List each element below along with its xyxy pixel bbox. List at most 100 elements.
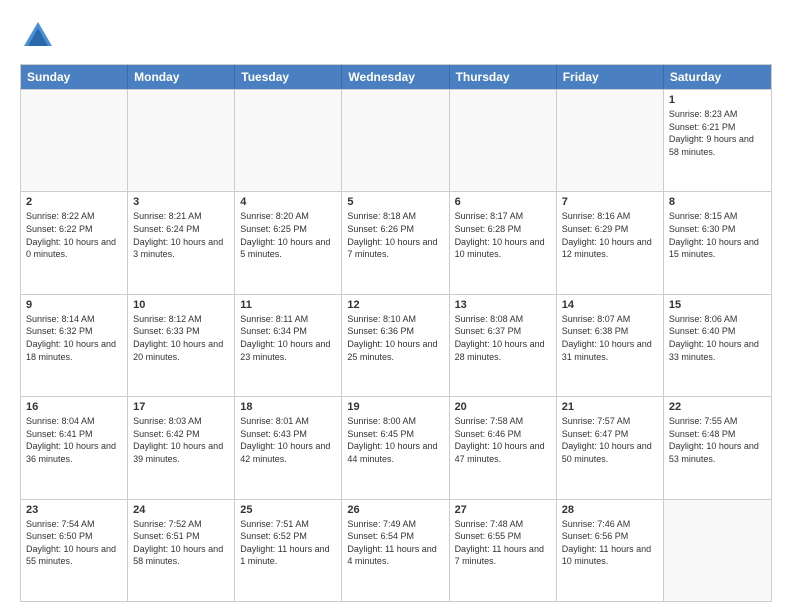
calendar-header: SundayMondayTuesdayWednesdayThursdayFrid… bbox=[21, 65, 771, 89]
day-info: Sunrise: 8:10 AM Sunset: 6:36 PM Dayligh… bbox=[347, 313, 443, 363]
calendar-cell: 6Sunrise: 8:17 AM Sunset: 6:28 PM Daylig… bbox=[450, 192, 557, 293]
calendar-cell: 11 Sunrise: 8:11 AM Sunset: 6:34 PM Dayli… bbox=[235, 295, 342, 396]
calendar-row: 23 Sunrise: 7:54 AM Sunset: 6:50 PM Dayli… bbox=[21, 499, 771, 601]
day-info: Sunrise: 7:52 AM Sunset: 6:51 PM Dayligh… bbox=[133, 518, 229, 568]
day-info: Sunrise: 8:01 AM Sunset: 6:43 PM Dayligh… bbox=[240, 415, 336, 465]
day-number: 24 bbox=[133, 504, 229, 516]
header-day-monday: Monday bbox=[128, 65, 235, 89]
day-info: Sunrise: 8:14 AM Sunset: 6:32 PM Dayligh… bbox=[26, 313, 122, 363]
day-info: Sunrise: 8:20 AM Sunset: 6:25 PM Dayligh… bbox=[240, 210, 336, 260]
day-info: Sunrise: 8:22 AM Sunset: 6:22 PM Dayligh… bbox=[26, 210, 122, 260]
calendar-cell: 2 Sunrise: 8:22 AM Sunset: 6:22 PM Daylig… bbox=[21, 192, 128, 293]
calendar-cell bbox=[128, 90, 235, 191]
calendar-cell bbox=[664, 500, 771, 601]
calendar-cell: 19 Sunrise: 8:00 AM Sunset: 6:45 PM Dayli… bbox=[342, 397, 449, 498]
day-number: 23 bbox=[26, 504, 122, 516]
header-day-wednesday: Wednesday bbox=[342, 65, 449, 89]
day-number: 1 bbox=[669, 94, 766, 106]
calendar-cell: 28 Sunrise: 7:46 AM Sunset: 6:56 PM Dayli… bbox=[557, 500, 664, 601]
header-day-saturday: Saturday bbox=[664, 65, 771, 89]
day-number: 19 bbox=[347, 401, 443, 413]
calendar-cell: 14 Sunrise: 8:07 AM Sunset: 6:38 PM Dayli… bbox=[557, 295, 664, 396]
calendar-cell bbox=[557, 90, 664, 191]
day-number: 4 bbox=[240, 196, 336, 208]
day-info: Sunrise: 7:46 AM Sunset: 6:56 PM Dayligh… bbox=[562, 518, 658, 568]
calendar-cell: 8 Sunrise: 8:15 AM Sunset: 6:30 PM Daylig… bbox=[664, 192, 771, 293]
day-info: Sunrise: 8:06 AM Sunset: 6:40 PM Dayligh… bbox=[669, 313, 766, 363]
day-info: Sunrise: 8:16 AM Sunset: 6:29 PM Dayligh… bbox=[562, 210, 658, 260]
day-number: 14 bbox=[562, 299, 658, 311]
calendar-cell: 24 Sunrise: 7:52 AM Sunset: 6:51 PM Dayli… bbox=[128, 500, 235, 601]
page: SundayMondayTuesdayWednesdayThursdayFrid… bbox=[0, 0, 792, 612]
day-info: Sunrise: 8:08 AM Sunset: 6:37 PM Dayligh… bbox=[455, 313, 551, 363]
calendar-cell bbox=[450, 90, 557, 191]
header-day-friday: Friday bbox=[557, 65, 664, 89]
day-info: Sunrise: 7:57 AM Sunset: 6:47 PM Dayligh… bbox=[562, 415, 658, 465]
logo-icon bbox=[20, 18, 56, 54]
day-info: Sunrise: 8:12 AM Sunset: 6:33 PM Dayligh… bbox=[133, 313, 229, 363]
day-number: 6 bbox=[455, 196, 551, 208]
calendar-cell: 13 Sunrise: 8:08 AM Sunset: 6:37 PM Dayli… bbox=[450, 295, 557, 396]
day-number: 11 bbox=[240, 299, 336, 311]
day-info: Sunrise: 7:49 AM Sunset: 6:54 PM Dayligh… bbox=[347, 518, 443, 568]
calendar-row: 1 Sunrise: 8:23 AM Sunset: 6:21 PM Daylig… bbox=[21, 89, 771, 191]
day-info: Sunrise: 8:21 AM Sunset: 6:24 PM Dayligh… bbox=[133, 210, 229, 260]
calendar-cell: 7 Sunrise: 8:16 AM Sunset: 6:29 PM Daylig… bbox=[557, 192, 664, 293]
calendar-row: 16 Sunrise: 8:04 AM Sunset: 6:41 PM Dayli… bbox=[21, 396, 771, 498]
header-day-sunday: Sunday bbox=[21, 65, 128, 89]
day-number: 15 bbox=[669, 299, 766, 311]
day-info: Sunrise: 8:00 AM Sunset: 6:45 PM Dayligh… bbox=[347, 415, 443, 465]
day-number: 25 bbox=[240, 504, 336, 516]
day-info: Sunrise: 8:23 AM Sunset: 6:21 PM Dayligh… bbox=[669, 108, 766, 158]
calendar: SundayMondayTuesdayWednesdayThursdayFrid… bbox=[20, 64, 772, 602]
day-info: Sunrise: 8:15 AM Sunset: 6:30 PM Dayligh… bbox=[669, 210, 766, 260]
calendar-row: 9 Sunrise: 8:14 AM Sunset: 6:32 PM Daylig… bbox=[21, 294, 771, 396]
calendar-cell: 3 Sunrise: 8:21 AM Sunset: 6:24 PM Daylig… bbox=[128, 192, 235, 293]
calendar-cell: 1 Sunrise: 8:23 AM Sunset: 6:21 PM Daylig… bbox=[664, 90, 771, 191]
day-number: 12 bbox=[347, 299, 443, 311]
calendar-cell: 26 Sunrise: 7:49 AM Sunset: 6:54 PM Dayli… bbox=[342, 500, 449, 601]
day-number: 28 bbox=[562, 504, 658, 516]
calendar-cell bbox=[342, 90, 449, 191]
calendar-cell: 17Sunrise: 8:03 AM Sunset: 6:42 PM Dayli… bbox=[128, 397, 235, 498]
calendar-cell: 25 Sunrise: 7:51 AM Sunset: 6:52 PM Dayli… bbox=[235, 500, 342, 601]
header-day-tuesday: Tuesday bbox=[235, 65, 342, 89]
day-info: Sunrise: 8:11 AM Sunset: 6:34 PM Dayligh… bbox=[240, 313, 336, 363]
day-number: 18 bbox=[240, 401, 336, 413]
logo bbox=[20, 18, 60, 54]
calendar-cell: 18 Sunrise: 8:01 AM Sunset: 6:43 PM Dayli… bbox=[235, 397, 342, 498]
calendar-body: 1 Sunrise: 8:23 AM Sunset: 6:21 PM Daylig… bbox=[21, 89, 771, 601]
day-number: 21 bbox=[562, 401, 658, 413]
day-number: 16 bbox=[26, 401, 122, 413]
day-number: 9 bbox=[26, 299, 122, 311]
day-number: 10 bbox=[133, 299, 229, 311]
calendar-cell: 5 Sunrise: 8:18 AM Sunset: 6:26 PM Daylig… bbox=[342, 192, 449, 293]
calendar-cell: 23 Sunrise: 7:54 AM Sunset: 6:50 PM Dayli… bbox=[21, 500, 128, 601]
day-number: 3 bbox=[133, 196, 229, 208]
calendar-cell: 10 Sunrise: 8:12 AM Sunset: 6:33 PM Dayli… bbox=[128, 295, 235, 396]
day-number: 13 bbox=[455, 299, 551, 311]
day-info: Sunrise: 7:58 AM Sunset: 6:46 PM Dayligh… bbox=[455, 415, 551, 465]
calendar-cell: 15 Sunrise: 8:06 AM Sunset: 6:40 PM Dayli… bbox=[664, 295, 771, 396]
header bbox=[20, 18, 772, 54]
calendar-cell: 12 Sunrise: 8:10 AM Sunset: 6:36 PM Dayli… bbox=[342, 295, 449, 396]
day-info: Sunrise: 7:51 AM Sunset: 6:52 PM Dayligh… bbox=[240, 518, 336, 568]
calendar-cell: 21 Sunrise: 7:57 AM Sunset: 6:47 PM Dayli… bbox=[557, 397, 664, 498]
calendar-row: 2 Sunrise: 8:22 AM Sunset: 6:22 PM Daylig… bbox=[21, 191, 771, 293]
day-info: Sunrise: 7:55 AM Sunset: 6:48 PM Dayligh… bbox=[669, 415, 766, 465]
calendar-cell bbox=[235, 90, 342, 191]
day-number: 2 bbox=[26, 196, 122, 208]
day-info: Sunrise: 7:54 AM Sunset: 6:50 PM Dayligh… bbox=[26, 518, 122, 568]
day-number: 26 bbox=[347, 504, 443, 516]
day-number: 8 bbox=[669, 196, 766, 208]
day-number: 27 bbox=[455, 504, 551, 516]
calendar-cell: 27Sunrise: 7:48 AM Sunset: 6:55 PM Dayli… bbox=[450, 500, 557, 601]
day-number: 7 bbox=[562, 196, 658, 208]
day-number: 5 bbox=[347, 196, 443, 208]
calendar-cell: 22 Sunrise: 7:55 AM Sunset: 6:48 PM Dayli… bbox=[664, 397, 771, 498]
day-info: Sunrise: 8:04 AM Sunset: 6:41 PM Dayligh… bbox=[26, 415, 122, 465]
day-info: Sunrise: 8:18 AM Sunset: 6:26 PM Dayligh… bbox=[347, 210, 443, 260]
day-number: 22 bbox=[669, 401, 766, 413]
day-info: Sunrise: 8:07 AM Sunset: 6:38 PM Dayligh… bbox=[562, 313, 658, 363]
calendar-cell: 9 Sunrise: 8:14 AM Sunset: 6:32 PM Daylig… bbox=[21, 295, 128, 396]
